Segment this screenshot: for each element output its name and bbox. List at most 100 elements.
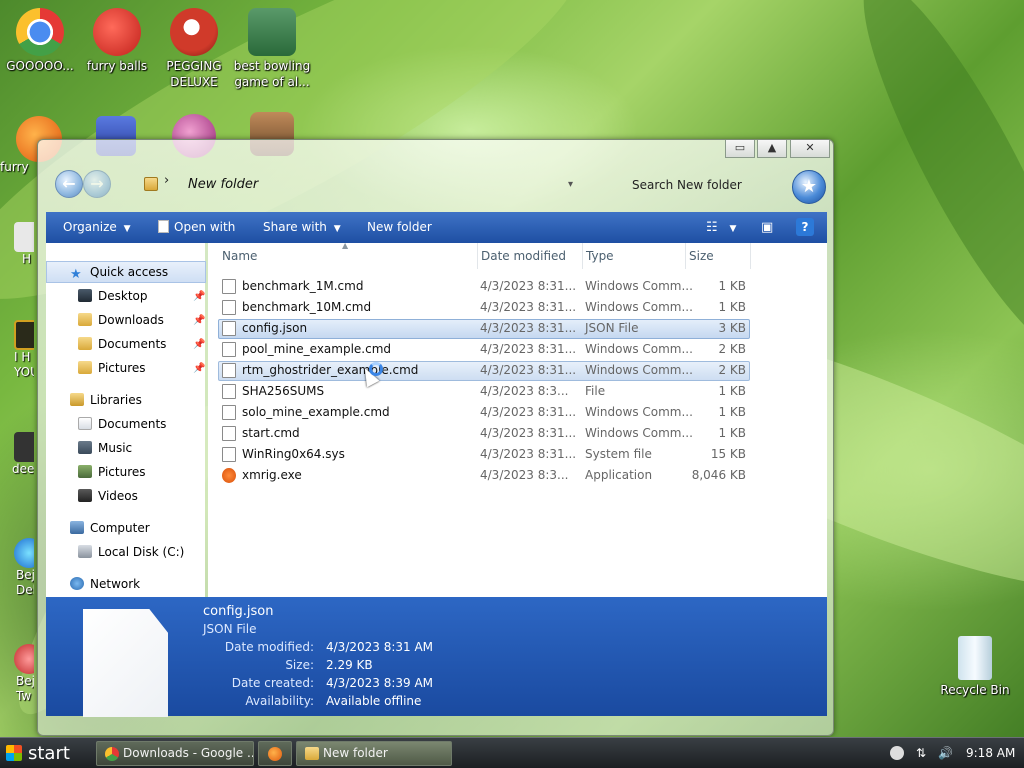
nav-item-network[interactable]: Network xyxy=(70,574,140,594)
arrow-left-icon: ← xyxy=(62,174,76,193)
address-dropdown-icon[interactable]: ▾ xyxy=(568,179,573,190)
desktop-icon-clipped[interactable]: I H YOU xyxy=(0,320,34,410)
nav-item-computer[interactable]: Computer xyxy=(70,518,150,538)
desktop-icon-label: PEGGING DELUXE xyxy=(166,59,222,89)
column-header-size[interactable]: Size xyxy=(685,243,751,269)
desktop-icon-clipped[interactable]: Bej Tw xyxy=(0,644,34,724)
cmd-file-icon xyxy=(222,426,236,441)
documents-folder-icon xyxy=(78,337,92,350)
file-row[interactable]: pool_mine_example.cmd 4/3/2023 8:31... W… xyxy=(208,339,827,360)
taskbar-item-firefox[interactable] xyxy=(258,741,292,766)
nav-item-label: Documents xyxy=(98,417,167,431)
pin-icon[interactable]: 📌 xyxy=(193,363,205,375)
star-icon: ★ xyxy=(800,176,818,197)
nav-item-pictures[interactable]: Pictures xyxy=(78,358,146,378)
nav-item-local-disk[interactable]: Local Disk (C:) xyxy=(78,542,184,562)
file-row[interactable]: config.json 4/3/2023 8:31... JSON File 3… xyxy=(208,318,827,339)
file-row[interactable]: WinRing0x64.sys 4/3/2023 8:31... System … xyxy=(208,444,827,465)
nav-item-library-documents[interactable]: Documents xyxy=(78,414,166,434)
preview-pane-icon: ▣ xyxy=(761,220,774,235)
nav-item-desktop[interactable]: Desktop xyxy=(78,286,148,306)
desktop-icon-bowling[interactable]: best bowling game of al... xyxy=(232,8,312,90)
pin-icon[interactable]: 📌 xyxy=(193,339,205,351)
nav-item-library-videos[interactable]: Videos xyxy=(78,486,138,506)
file-row[interactable]: SHA256SUMS 4/3/2023 8:3... File 1 KB xyxy=(208,381,827,402)
start-label: start xyxy=(28,743,70,764)
desktop-icon-clipped[interactable]: Bej Del xyxy=(0,538,34,618)
search-input[interactable]: Search New folder xyxy=(632,178,742,192)
nav-item-library-music[interactable]: Music xyxy=(78,438,132,458)
file-date: 4/3/2023 8:31... xyxy=(480,321,577,335)
details-label: Date created: xyxy=(231,676,314,690)
pin-icon[interactable]: 📌 xyxy=(193,315,205,327)
new-folder-button[interactable]: New folder xyxy=(367,212,432,243)
nav-item-label: Computer xyxy=(90,521,150,535)
details-file-type: JSON File xyxy=(203,622,257,636)
pictures-library-icon xyxy=(78,465,92,478)
downloads-folder-icon xyxy=(78,313,92,326)
desktop-icon-recycle-bin[interactable]: Recycle Bin xyxy=(935,636,1015,698)
volume-icon[interactable]: 🔊 xyxy=(938,746,953,760)
nav-item-documents[interactable]: Documents xyxy=(78,334,166,354)
explorer-window[interactable]: ▭ ▲ ✕ ← → › New folder ▾ Search New fold… xyxy=(37,139,834,736)
details-value: 2.29 KB xyxy=(326,658,373,672)
nav-item-library-pictures[interactable]: Pictures xyxy=(78,462,146,482)
nav-item-quick-access[interactable]: ★ Quick access xyxy=(70,262,168,282)
file-date: 4/3/2023 8:31... xyxy=(480,426,577,440)
file-row[interactable]: benchmark_1M.cmd 4/3/2023 8:31... Window… xyxy=(208,276,827,297)
file-row[interactable]: solo_mine_example.cmd 4/3/2023 8:31... W… xyxy=(208,402,827,423)
maximize-button[interactable]: ▲ xyxy=(757,140,787,158)
taskbar: start Downloads - Google ... New folder … xyxy=(0,737,1024,768)
view-options-button[interactable]: ☷ ▼ xyxy=(706,212,736,243)
file-name: SHA256SUMS xyxy=(242,384,325,398)
nav-item-label: Libraries xyxy=(90,393,142,407)
preview-pane-button[interactable]: ▣ xyxy=(761,212,773,243)
network-tray-icon[interactable]: ⇅ xyxy=(914,746,928,760)
chevron-down-icon: ▼ xyxy=(333,224,341,234)
nav-item-label: Downloads xyxy=(98,313,164,327)
desktop-icon-pegging-deluxe[interactable]: PEGGING DELUXE xyxy=(154,8,234,90)
column-header-label: Date modified xyxy=(481,249,567,263)
file-name: WinRing0x64.sys xyxy=(242,447,345,461)
details-value: Available offline xyxy=(326,694,422,708)
desktop-icon-label: best bowling game of al... xyxy=(233,59,311,89)
share-with-button[interactable]: Share with ▼ xyxy=(263,212,341,243)
tray-app-icon[interactable] xyxy=(890,746,904,760)
forward-button[interactable]: → xyxy=(83,170,111,198)
open-with-button[interactable]: Open with xyxy=(158,212,235,243)
desktop-icon-clipped[interactable]: H xyxy=(0,222,34,286)
organize-button[interactable]: Organize ▼ xyxy=(63,212,131,243)
desktop-icon-clipped[interactable]: deez xyxy=(0,432,34,496)
clock[interactable]: 9:18 AM xyxy=(966,746,1015,760)
file-row[interactable]: xmrig.exe 4/3/2023 8:3... Application 8,… xyxy=(208,465,827,486)
start-button[interactable]: start xyxy=(6,741,70,766)
bowling-game-icon xyxy=(248,8,296,56)
address-bar[interactable]: New folder xyxy=(188,177,258,192)
close-button[interactable]: ✕ xyxy=(790,140,830,158)
cmd-file-icon xyxy=(222,300,236,315)
file-row[interactable]: rtm_ghostrider_example.cmd 4/3/2023 8:31… xyxy=(208,360,827,381)
column-header-date[interactable]: Date modified xyxy=(477,243,583,269)
minimize-button[interactable]: ▭ xyxy=(725,140,755,158)
desktop-icon-furry-balls[interactable]: furry balls xyxy=(77,8,157,74)
libraries-icon xyxy=(70,393,84,406)
help-button[interactable]: ? xyxy=(796,218,814,236)
command-bar: Organize ▼ Open with Share with ▼ New fo… xyxy=(46,212,827,243)
column-header-type[interactable]: Type xyxy=(582,243,686,269)
app-icon xyxy=(14,320,34,350)
taskbar-item-chrome[interactable]: Downloads - Google ... xyxy=(96,741,254,766)
desktop-icon-clipped[interactable]: furry xyxy=(0,160,37,204)
pin-icon[interactable]: 📌 xyxy=(193,291,205,303)
file-preview-icon xyxy=(83,609,168,717)
file-row[interactable]: benchmark_10M.cmd 4/3/2023 8:31... Windo… xyxy=(208,297,827,318)
desktop-icon-chrome[interactable]: GOOOOO... xyxy=(0,8,80,74)
nav-item-downloads[interactable]: Downloads xyxy=(78,310,164,330)
bejeweled-twist-icon xyxy=(14,644,34,674)
file-row[interactable]: start.cmd 4/3/2023 8:31... Windows Comm.… xyxy=(208,423,827,444)
column-header-name[interactable]: Name xyxy=(218,243,478,269)
app-icon xyxy=(14,432,34,462)
nav-item-libraries[interactable]: Libraries xyxy=(70,390,142,410)
back-button[interactable]: ← xyxy=(55,170,83,198)
search-orb-button[interactable]: ★ xyxy=(792,170,826,204)
taskbar-item-new-folder[interactable]: New folder xyxy=(296,741,452,766)
